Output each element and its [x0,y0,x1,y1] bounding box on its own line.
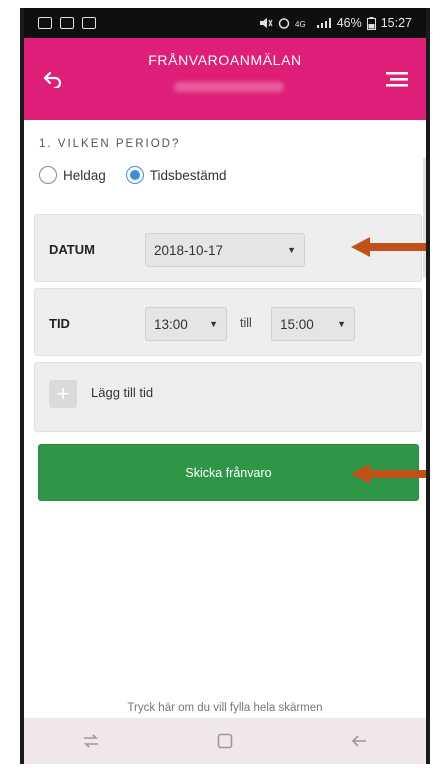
back-arrow-icon [43,71,62,88]
dropdown-caret-icon: ▼ [287,245,296,255]
datum-select[interactable]: 2018-10-17 ▼ [145,233,305,267]
app-header: FRÅNVAROANMÄLAN [24,38,426,120]
radio-tidsbestamd[interactable] [125,166,144,184]
add-time-card[interactable]: + Lägg till tid [34,362,422,432]
period-options: Heldag Tidsbestämd [39,166,241,184]
mute-icon [259,18,273,28]
hamburger-menu-icon [386,72,408,87]
battery-percent: 46% [336,16,362,30]
add-time-label: Lägg till tid [91,385,154,400]
system-nav-bar [24,718,426,764]
radio-heldag-label[interactable]: Heldag [63,168,106,183]
recent-apps-button[interactable] [71,726,111,756]
clock: 15:27 [380,16,412,30]
annotation-arrow-submit [351,464,426,484]
tid-card: TID 13:00 ▼ till 15:00 ▼ [34,288,422,356]
battery-icon [366,16,376,30]
tid-label: TID [49,316,70,331]
recent-apps-icon [84,734,98,748]
svg-text:4G: 4G [295,20,306,29]
notification-icons [38,17,96,29]
phone-frame: 4G 46% 15:27 FRÅNVAROANMÄLAN 1. VILKEN P… [20,8,430,764]
home-button[interactable] [205,726,245,756]
signal-icon [316,18,331,28]
gallery-notification-icon [82,17,96,29]
datum-value: 2018-10-17 [154,242,224,258]
dropdown-caret-icon: ▼ [209,319,218,329]
tid-from-value: 13:00 [154,316,188,332]
image-notification-icon [38,17,52,29]
radio-heldag[interactable] [39,166,57,184]
annotation-arrow-datum [351,237,426,257]
system-back-button[interactable] [339,726,379,756]
home-icon [217,733,233,749]
plus-icon: + [49,380,77,408]
back-button[interactable] [38,64,68,94]
tid-to-value: 15:00 [280,316,314,332]
dropdown-caret-icon: ▼ [337,319,346,329]
back-icon [351,735,366,747]
period-heading: 1. VILKEN PERIOD? [39,138,181,150]
page-title: FRÅNVAROANMÄLAN [148,52,302,68]
facebook-notification-icon [60,17,74,29]
till-label: till [240,316,252,330]
tid-from-select[interactable]: 13:00 ▼ [145,307,227,341]
network-4g-icon: 4G [295,20,306,29]
tid-to-select[interactable]: 15:00 ▼ [271,307,355,341]
system-status: 4G 46% 15:27 [259,16,412,30]
datum-label: DATUM [49,242,95,257]
status-bar: 4G 46% 15:27 [24,8,426,38]
alarm-icon [278,18,289,29]
blurred-subtitle [174,82,284,92]
fullscreen-hint[interactable]: Tryck här om du vill fylla hela skärmen [24,702,426,714]
submit-absence-label: Skicka frånvaro [185,465,272,480]
menu-button[interactable] [382,64,412,94]
radio-tidsbestamd-label[interactable]: Tidsbestämd [150,168,227,183]
scroll-indicator [423,158,426,278]
